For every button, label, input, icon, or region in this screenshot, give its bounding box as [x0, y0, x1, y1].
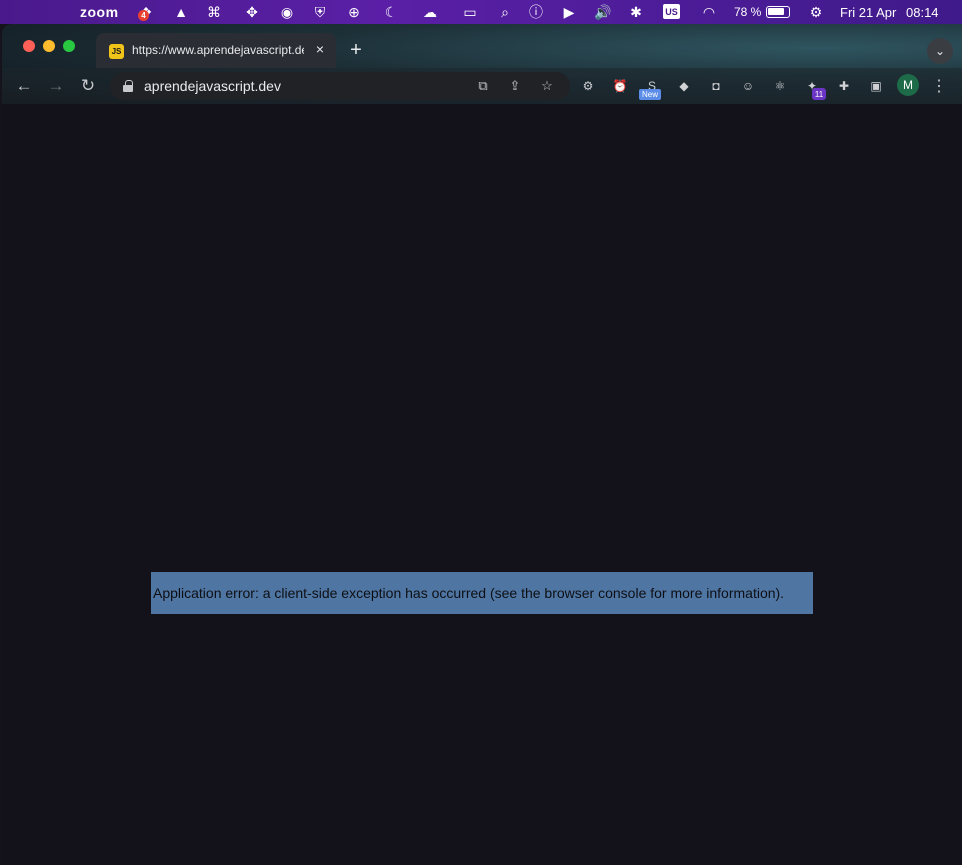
keyboard-layout-indicator[interactable]: US	[663, 4, 680, 19]
bluetooth-icon[interactable]: ✱	[626, 0, 646, 24]
address-bar[interactable]: aprendejavascript.dev ⧉ ⇪ ☆	[110, 72, 570, 100]
menubar-date[interactable]: Fri 21 Apr	[840, 0, 896, 24]
extension-camera-icon[interactable]: ◘	[707, 77, 725, 95]
translate-icon[interactable]: ⧉	[474, 77, 492, 95]
close-window-button[interactable]	[23, 40, 35, 52]
play-icon[interactable]: ▶	[559, 0, 579, 24]
forward-arrow-icon[interactable]: →	[44, 74, 68, 98]
extension-alarm-icon[interactable]: ⏰	[611, 77, 629, 95]
wifi-icon[interactable]: ◠	[699, 0, 719, 24]
more-menu-icon[interactable]: ⋮	[931, 74, 947, 98]
minimize-window-button[interactable]	[43, 40, 55, 52]
extension-gear-icon[interactable]: ⚙	[579, 77, 597, 95]
reading-list-icon[interactable]: ▣	[867, 77, 885, 95]
menubar-time[interactable]: 08:14	[906, 0, 939, 24]
back-arrow-icon[interactable]: ←	[12, 74, 36, 98]
page-content: Application error: a client-side excepti…	[2, 104, 962, 865]
profile-avatar[interactable]: M	[897, 74, 919, 96]
share-icon[interactable]: ⇪	[506, 77, 524, 95]
volume-icon[interactable]: 🔊	[593, 0, 613, 24]
command-icon[interactable]: ⌘	[204, 0, 224, 24]
spotlight-search-icon[interactable]: ⌕	[495, 0, 515, 24]
control-center-icon[interactable]: ⚙	[806, 0, 826, 24]
browser-window-chrome: JS https://www.aprendejavascript.dev × +…	[2, 24, 962, 104]
extension-gem-icon[interactable]: ◆	[675, 77, 693, 95]
extensions-puzzle-icon[interactable]: ✚	[835, 77, 853, 95]
zoom-menubar-app[interactable]: zoom	[80, 0, 119, 24]
vpn-icon[interactable]: ⛨	[310, 0, 330, 24]
focus-app-icon[interactable]: ◉	[277, 0, 297, 24]
window-icon[interactable]: ▭	[460, 0, 480, 24]
maximize-window-button[interactable]	[63, 40, 75, 52]
macos-menubar: zoom ❖ 4 ▲ ⌘ ✥ ◉ ⛨ ⊕ ☾ ☁ ▭ ⌕ ⓘ ▶ 🔊 ✱ US …	[0, 0, 962, 24]
tab-title: https://www.aprendejavascript.dev	[132, 43, 304, 57]
cursor-tool-icon[interactable]: ✥	[242, 0, 262, 24]
address-bar-url[interactable]: aprendejavascript.dev	[144, 78, 281, 94]
battery-icon[interactable]	[766, 6, 790, 18]
accessibility-icon[interactable]: ⓘ	[526, 0, 546, 24]
reload-icon[interactable]: ↻	[76, 74, 100, 98]
google-drive-icon[interactable]: ▲	[171, 0, 191, 24]
tab-search-chevron-icon[interactable]: ⌄	[927, 38, 953, 64]
application-error-message: Application error: a client-side excepti…	[151, 572, 813, 614]
globe-grid-icon[interactable]: ⊕	[344, 0, 364, 24]
extension-new-badge: New	[639, 89, 662, 100]
extension-cat-icon[interactable]: ☺	[739, 77, 757, 95]
browser-tab-active[interactable]: JS https://www.aprendejavascript.dev ×	[96, 33, 336, 68]
bookmark-star-icon[interactable]: ☆	[538, 77, 556, 95]
tab-favicon-icon: JS	[109, 44, 124, 59]
dropbox-notification-badge: 4	[138, 10, 149, 21]
extension-react-icon[interactable]: ⚛	[771, 77, 789, 95]
extension-count-badge: 11	[812, 88, 826, 100]
moon-icon[interactable]: ☾	[381, 0, 401, 24]
browser-toolbar: ← → ↻ aprendejavascript.dev ⧉ ⇪ ☆ ⚙ ⏰ S …	[2, 68, 962, 104]
battery-percent: 78 %	[734, 5, 762, 19]
close-tab-icon[interactable]: ×	[312, 41, 328, 57]
new-tab-button[interactable]: +	[346, 39, 366, 61]
lock-icon[interactable]	[123, 80, 133, 92]
cloud-icon[interactable]: ☁	[420, 0, 440, 24]
